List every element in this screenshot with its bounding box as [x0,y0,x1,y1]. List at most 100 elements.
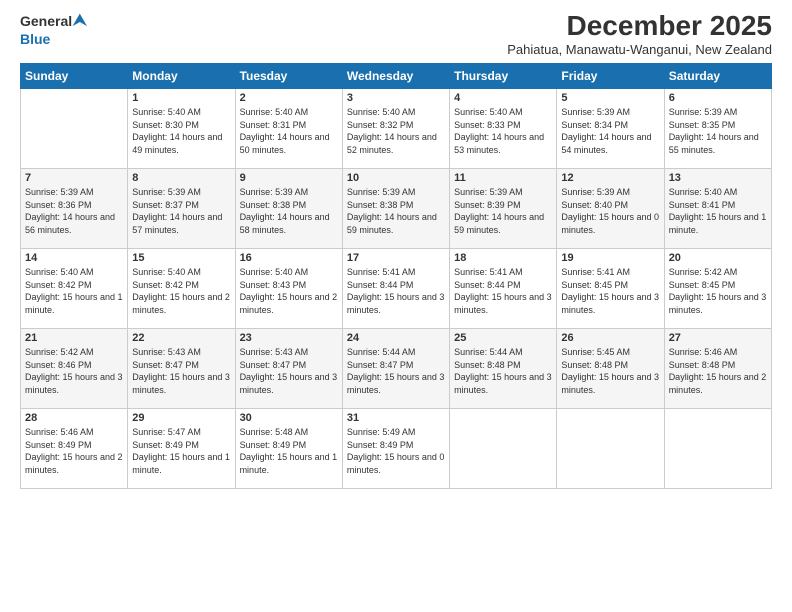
day-number: 15 [132,252,230,264]
day-cell: 9Sunrise: 5:39 AMSunset: 8:38 PMDaylight… [235,169,342,249]
header-row: Sunday Monday Tuesday Wednesday Thursday… [21,64,772,89]
logo: General ⮝ Blue [20,10,87,47]
day-info: Sunrise: 5:48 AMSunset: 8:49 PMDaylight:… [240,426,338,476]
day-cell: 17 Sunrise: 5:41 AMSunset: 8:44 PMDayligh… [342,249,449,329]
col-saturday: Saturday [664,64,771,89]
day-number: 8 [132,172,230,184]
day-info: Sunrise: 5:39 AMSunset: 8:40 PMDaylight:… [561,186,659,236]
page-container: General ⮝ Blue December 2025 Pahiatua, M… [0,0,792,499]
day-cell: 28Sunrise: 5:46 AMSunset: 8:49 PMDayligh… [21,409,128,489]
day-cell [664,409,771,489]
day-info: Sunrise: 5:45 AMSunset: 8:48 PMDaylight:… [561,346,659,396]
day-cell [450,409,557,489]
day-info: Sunrise: 5:41 AMSunset: 8:44 PMDaylight:… [347,266,445,316]
day-number: 1 [132,92,230,104]
day-info: Sunrise: 5:43 AMSunset: 8:47 PMDaylight:… [132,346,230,396]
day-number: 10 [347,172,445,184]
day-info: Sunrise: 5:44 AMSunset: 8:47 PMDaylight:… [347,346,445,396]
day-cell: 5Sunrise: 5:39 AMSunset: 8:34 PMDaylight… [557,89,664,169]
logo-general: General [20,13,72,29]
day-number: 29 [132,412,230,424]
day-cell: 10 Sunrise: 5:39 AMSunset: 8:38 PMDayligh… [342,169,449,249]
day-info: Sunrise: 5:43 AMSunset: 8:47 PMDaylight:… [240,346,338,396]
day-cell: 7Sunrise: 5:39 AMSunset: 8:36 PMDaylight… [21,169,128,249]
day-cell: 16Sunrise: 5:40 AMSunset: 8:43 PMDayligh… [235,249,342,329]
day-cell: 30 Sunrise: 5:48 AMSunset: 8:49 PMDayligh… [235,409,342,489]
day-cell: 13Sunrise: 5:40 AMSunset: 8:41 PMDayligh… [664,169,771,249]
day-number: 21 [25,332,123,344]
day-cell [21,89,128,169]
day-cell: 1Sunrise: 5:40 AMSunset: 8:30 PMDaylight… [128,89,235,169]
header: General ⮝ Blue December 2025 Pahiatua, M… [20,10,772,57]
day-number: 31 [347,412,445,424]
day-cell: 23 Sunrise: 5:43 AMSunset: 8:47 PMDayligh… [235,329,342,409]
day-number: 6 [669,92,767,104]
day-number: 12 [561,172,659,184]
day-number: 25 [454,332,552,344]
week-row-2: 7Sunrise: 5:39 AMSunset: 8:36 PMDaylight… [21,169,772,249]
day-cell: 24 Sunrise: 5:44 AMSunset: 8:47 PMDayligh… [342,329,449,409]
day-info: Sunrise: 5:42 AMSunset: 8:45 PMDaylight:… [669,266,767,316]
day-cell: 21 Sunrise: 5:42 AMSunset: 8:46 PMDayligh… [21,329,128,409]
day-cell: 11 Sunrise: 5:39 AMSunset: 8:39 PMDayligh… [450,169,557,249]
day-number: 4 [454,92,552,104]
col-tuesday: Tuesday [235,64,342,89]
day-info: Sunrise: 5:46 AMSunset: 8:48 PMDaylight:… [669,346,767,396]
day-info: Sunrise: 5:40 AMSunset: 8:43 PMDaylight:… [240,266,338,316]
day-number: 17 [347,252,445,264]
subtitle: Pahiatua, Manawatu-Wanganui, New Zealand [507,42,772,57]
calendar-table: Sunday Monday Tuesday Wednesday Thursday… [20,63,772,489]
title-area: December 2025 Pahiatua, Manawatu-Wanganu… [507,10,772,57]
day-number: 23 [240,332,338,344]
day-info: Sunrise: 5:49 AMSunset: 8:49 PMDaylight:… [347,426,445,476]
day-info: Sunrise: 5:44 AMSunset: 8:48 PMDaylight:… [454,346,552,396]
day-number: 7 [25,172,123,184]
day-cell: 8 Sunrise: 5:39 AMSunset: 8:37 PMDaylight… [128,169,235,249]
day-number: 5 [561,92,659,104]
day-info: Sunrise: 5:40 AMSunset: 8:42 PMDaylight:… [132,266,230,316]
day-cell: 15 Sunrise: 5:40 AMSunset: 8:42 PMDayligh… [128,249,235,329]
day-info: Sunrise: 5:40 AMSunset: 8:41 PMDaylight:… [669,186,767,236]
day-number: 20 [669,252,767,264]
col-friday: Friday [557,64,664,89]
day-cell: 12 Sunrise: 5:39 AMSunset: 8:40 PMDayligh… [557,169,664,249]
day-number: 19 [561,252,659,264]
day-number: 2 [240,92,338,104]
day-info: Sunrise: 5:41 AMSunset: 8:45 PMDaylight:… [561,266,659,316]
day-info: Sunrise: 5:39 AMSunset: 8:38 PMDaylight:… [347,186,445,236]
day-info: Sunrise: 5:39 AMSunset: 8:35 PMDaylight:… [669,106,767,156]
day-cell: 4Sunrise: 5:40 AMSunset: 8:33 PMDaylight… [450,89,557,169]
day-cell [557,409,664,489]
day-number: 28 [25,412,123,424]
day-number: 22 [132,332,230,344]
day-number: 14 [25,252,123,264]
day-cell: 14 Sunrise: 5:40 AMSunset: 8:42 PMDayligh… [21,249,128,329]
day-info: Sunrise: 5:40 AMSunset: 8:42 PMDaylight:… [25,266,123,316]
week-row-1: 1Sunrise: 5:40 AMSunset: 8:30 PMDaylight… [21,89,772,169]
day-info: Sunrise: 5:40 AMSunset: 8:31 PMDaylight:… [240,106,338,156]
day-cell: 18Sunrise: 5:41 AMSunset: 8:44 PMDayligh… [450,249,557,329]
day-info: Sunrise: 5:42 AMSunset: 8:46 PMDaylight:… [25,346,123,396]
week-row-5: 28Sunrise: 5:46 AMSunset: 8:49 PMDayligh… [21,409,772,489]
day-number: 26 [561,332,659,344]
day-number: 27 [669,332,767,344]
day-number: 3 [347,92,445,104]
day-cell: 2 Sunrise: 5:40 AMSunset: 8:31 PMDaylight… [235,89,342,169]
day-cell: 22 Sunrise: 5:43 AMSunset: 8:47 PMDayligh… [128,329,235,409]
logo-blue: Blue [20,31,50,47]
day-cell: 25 Sunrise: 5:44 AMSunset: 8:48 PMDayligh… [450,329,557,409]
day-cell: 19 Sunrise: 5:41 AMSunset: 8:45 PMDayligh… [557,249,664,329]
day-number: 30 [240,412,338,424]
day-info: Sunrise: 5:39 AMSunset: 8:37 PMDaylight:… [132,186,230,236]
day-info: Sunrise: 5:41 AMSunset: 8:44 PMDaylight:… [454,266,552,316]
day-cell: 27 Sunrise: 5:46 AMSunset: 8:48 PMDayligh… [664,329,771,409]
day-number: 24 [347,332,445,344]
day-number: 11 [454,172,552,184]
day-cell: 3Sunrise: 5:40 AMSunset: 8:32 PMDaylight… [342,89,449,169]
day-cell: 20 Sunrise: 5:42 AMSunset: 8:45 PMDayligh… [664,249,771,329]
col-monday: Monday [128,64,235,89]
day-info: Sunrise: 5:39 AMSunset: 8:39 PMDaylight:… [454,186,552,236]
month-title: December 2025 [507,10,772,42]
day-number: 9 [240,172,338,184]
week-row-4: 21 Sunrise: 5:42 AMSunset: 8:46 PMDayligh… [21,329,772,409]
